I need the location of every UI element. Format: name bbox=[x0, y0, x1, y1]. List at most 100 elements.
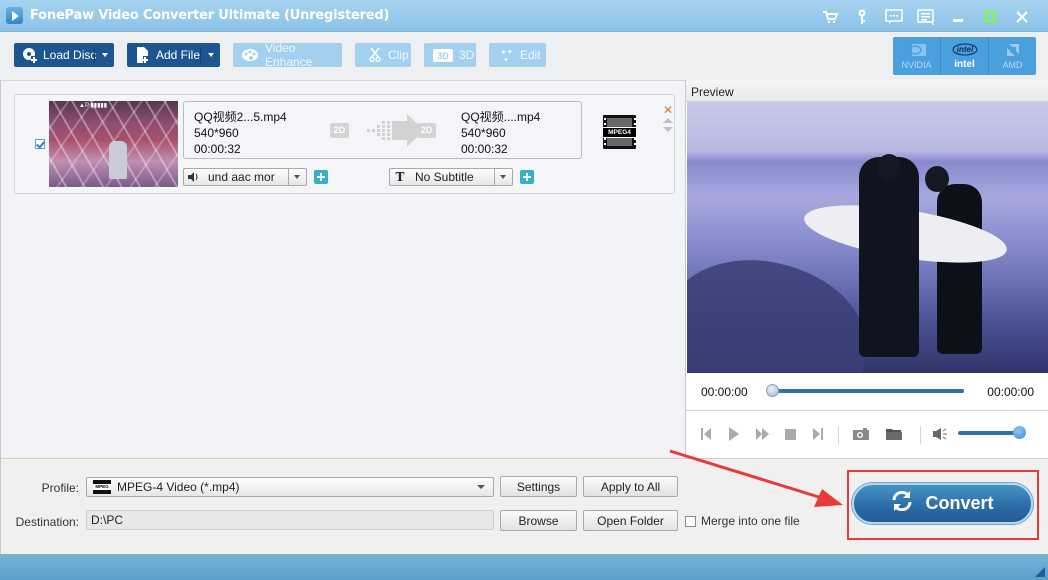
status-bar bbox=[0, 554, 1048, 580]
open-folder-icon[interactable] bbox=[885, 426, 903, 442]
add-file-dropdown-icon[interactable] bbox=[208, 53, 214, 57]
disc-icon bbox=[22, 47, 38, 63]
svg-text:✦: ✦ bbox=[500, 48, 507, 57]
source-2d-badge: 2D bbox=[330, 123, 349, 138]
preview-title: Preview bbox=[686, 80, 1048, 102]
seek-slider[interactable] bbox=[772, 389, 964, 393]
browse-button[interactable]: Browse bbox=[500, 510, 577, 531]
apply-to-all-button[interactable]: Apply to All bbox=[583, 476, 678, 497]
clip-label: Clip bbox=[388, 48, 409, 62]
seek-slider-handle[interactable] bbox=[766, 384, 779, 397]
seek-row: 00:00:00 00:00:00 bbox=[686, 373, 1048, 411]
subtitle-value: No Subtitle bbox=[415, 170, 474, 184]
svg-text:3D: 3D bbox=[437, 51, 449, 61]
current-time: 00:00:00 bbox=[701, 385, 748, 399]
toolbar: Load Disc Add File Video Enhance Clip 3D… bbox=[0, 33, 1048, 79]
stars-icon: ✦ ✦ ✦ bbox=[499, 47, 515, 63]
output-2d-badge: 2D bbox=[417, 123, 436, 138]
preview-panel: Preview 00:00:00 00:00:00 bbox=[685, 80, 1048, 458]
load-disc-label: Load Disc bbox=[43, 48, 97, 62]
profile-value: MPEG-4 Video (*.mp4) bbox=[117, 480, 240, 494]
amd-icon bbox=[1006, 43, 1019, 57]
resize-grip-icon[interactable] bbox=[1035, 567, 1045, 577]
profile-label: Profile: bbox=[41, 481, 79, 495]
menu-icon[interactable] bbox=[910, 6, 942, 28]
destination-label: Destination: bbox=[15, 515, 79, 529]
gpu-intel[interactable]: intel intel bbox=[941, 37, 989, 75]
subtitle-select[interactable]: T No Subtitle bbox=[389, 168, 513, 186]
play-icon[interactable] bbox=[726, 426, 742, 442]
video-enhance-label: Video Enhance bbox=[264, 41, 313, 69]
output-file-info[interactable]: QQ视频....mp4 540*960 00:00:32 bbox=[461, 109, 540, 157]
playback-controls bbox=[686, 412, 1048, 458]
video-thumbnail[interactable]: ▲P ▮▮▮▮▮ bbox=[49, 101, 178, 187]
volume-icon[interactable] bbox=[932, 426, 950, 442]
profile-dropdown-icon[interactable] bbox=[477, 485, 485, 489]
minimize-icon[interactable] bbox=[942, 6, 974, 28]
edit-label: Edit bbox=[520, 48, 541, 62]
preview-video-frame bbox=[687, 102, 1048, 373]
settings-button[interactable]: Settings bbox=[500, 476, 577, 497]
source-file-info: QQ视频2...5.mp4 540*960 00:00:32 bbox=[194, 109, 287, 157]
source-resolution: 540*960 bbox=[194, 126, 239, 140]
output-resolution: 540*960 bbox=[461, 126, 506, 140]
skip-forward-icon[interactable] bbox=[810, 426, 826, 442]
file-list-item[interactable]: ▲P ▮▮▮▮▮ QQ视频2...5.mp4 540*960 00:00:32 … bbox=[14, 94, 675, 194]
add-audio-track-button[interactable] bbox=[314, 170, 328, 184]
snapshot-camera-icon[interactable] bbox=[852, 426, 870, 442]
output-settings-panel: Profile: MPEG-4 Video (*.mp4) Settings A… bbox=[0, 458, 1048, 554]
app-logo-icon bbox=[6, 7, 23, 24]
maximize-icon[interactable] bbox=[974, 6, 1006, 28]
audio-track-dropdown-icon[interactable] bbox=[288, 169, 306, 185]
refresh-icon bbox=[891, 490, 913, 516]
gpu-nvidia[interactable]: NVIDIA bbox=[893, 37, 941, 75]
destination-input[interactable] bbox=[86, 510, 494, 530]
gpu-amd[interactable]: AMD bbox=[989, 37, 1036, 75]
text-icon: T bbox=[395, 170, 405, 184]
video-enhance-button[interactable]: Video Enhance bbox=[233, 41, 342, 69]
feedback-icon[interactable] bbox=[878, 6, 910, 28]
scissors-icon bbox=[367, 47, 383, 63]
merge-label: Merge into one file bbox=[701, 514, 800, 528]
file-list-panel: ▲P ▮▮▮▮▮ QQ视频2...5.mp4 540*960 00:00:32 … bbox=[0, 80, 685, 458]
svg-text:intel: intel bbox=[956, 45, 973, 54]
key-icon[interactable] bbox=[846, 6, 878, 28]
add-file-icon bbox=[135, 47, 151, 63]
open-folder-button[interactable]: Open Folder bbox=[583, 510, 678, 531]
move-down-icon[interactable] bbox=[663, 127, 673, 132]
merge-checkbox-box[interactable] bbox=[685, 515, 696, 527]
audio-track-select[interactable]: und aac mor bbox=[183, 168, 307, 186]
3d-icon: 3D bbox=[432, 47, 454, 63]
mpeg4-format-icon[interactable]: MPEG4 bbox=[603, 115, 636, 149]
source-duration: 00:00:32 bbox=[194, 142, 241, 156]
move-up-icon[interactable] bbox=[663, 118, 673, 123]
profile-select[interactable]: MPEG-4 Video (*.mp4) bbox=[86, 477, 494, 497]
file-select-checkbox[interactable] bbox=[35, 139, 45, 149]
remove-file-icon[interactable]: ✕ bbox=[663, 104, 673, 116]
volume-slider-handle[interactable] bbox=[1013, 426, 1026, 439]
skip-back-icon[interactable] bbox=[698, 426, 714, 442]
edit-button[interactable]: ✦ ✦ ✦ Edit bbox=[489, 43, 546, 67]
mpeg-profile-icon bbox=[93, 480, 111, 494]
clip-button[interactable]: Clip bbox=[355, 43, 411, 67]
3d-label: 3D bbox=[459, 48, 475, 62]
svg-text:✦: ✦ bbox=[503, 56, 509, 62]
svg-text:✦: ✦ bbox=[507, 48, 513, 56]
volume-slider[interactable] bbox=[958, 431, 1020, 435]
stop-icon[interactable] bbox=[782, 426, 798, 442]
audio-track-value: und aac mor bbox=[208, 170, 275, 184]
fast-forward-icon[interactable] bbox=[754, 426, 770, 442]
load-disc-dropdown-icon[interactable] bbox=[102, 53, 108, 57]
palette-icon bbox=[241, 47, 260, 63]
nvidia-icon bbox=[907, 43, 926, 57]
cart-icon[interactable] bbox=[814, 6, 846, 28]
load-disc-button[interactable]: Load Disc bbox=[14, 43, 114, 67]
convert-button[interactable]: Convert bbox=[852, 483, 1033, 524]
convert-label: Convert bbox=[925, 493, 994, 513]
merge-into-one-file-checkbox[interactable]: Merge into one file bbox=[685, 514, 800, 528]
add-file-button[interactable]: Add File bbox=[127, 43, 220, 67]
close-icon[interactable] bbox=[1006, 6, 1038, 28]
subtitle-dropdown-icon[interactable] bbox=[494, 169, 512, 185]
add-subtitle-button[interactable] bbox=[520, 170, 534, 184]
3d-button[interactable]: 3D 3D bbox=[424, 43, 476, 67]
